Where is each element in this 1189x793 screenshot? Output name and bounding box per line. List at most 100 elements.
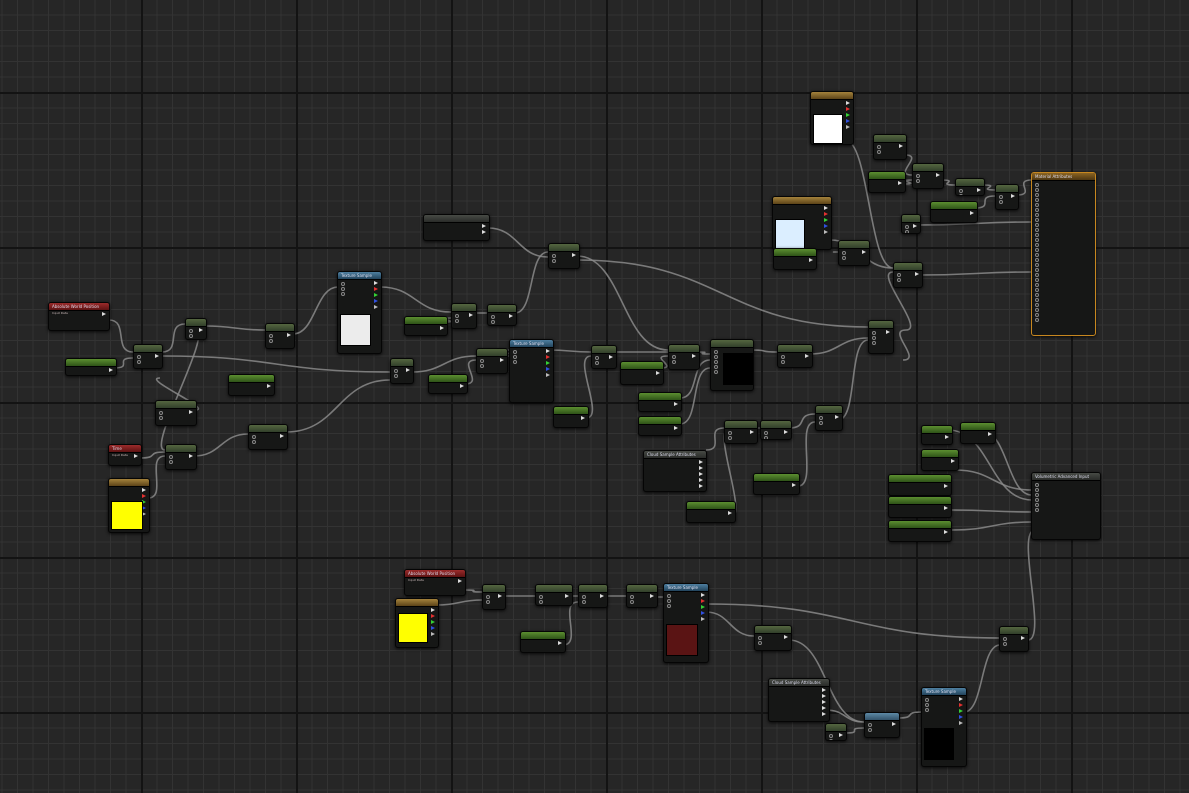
input-pin[interactable]	[872, 341, 876, 345]
texture-sample-node[interactable]: Texture Sample	[663, 583, 709, 663]
multiply-node[interactable]	[248, 424, 288, 450]
input-pin[interactable]	[1035, 498, 1039, 502]
input-pin[interactable]	[925, 698, 929, 702]
input-pin[interactable]	[758, 641, 762, 645]
output-pin[interactable]	[287, 333, 291, 337]
input-pin[interactable]	[829, 739, 833, 740]
input-pin[interactable]	[781, 360, 785, 364]
output-pin[interactable]	[674, 426, 678, 430]
output-pin[interactable]	[862, 250, 866, 254]
input-pin[interactable]	[819, 416, 823, 420]
multiply-add-node[interactable]	[155, 400, 197, 426]
input-pin[interactable]	[552, 254, 556, 258]
input-pin[interactable]	[764, 431, 768, 435]
output-pin[interactable]	[824, 224, 828, 228]
input-pin[interactable]	[137, 355, 141, 359]
input-pin[interactable]	[714, 350, 718, 354]
input-pin[interactable]	[905, 225, 909, 229]
input-pin[interactable]	[486, 595, 490, 599]
output-pin[interactable]	[431, 626, 435, 630]
input-pin[interactable]	[714, 370, 718, 374]
input-pin[interactable]	[1035, 243, 1039, 247]
output-pin[interactable]	[546, 361, 550, 365]
input-pin[interactable]	[897, 278, 901, 282]
output-pin[interactable]	[824, 230, 828, 234]
input-pin[interactable]	[916, 174, 920, 178]
input-pin[interactable]	[1035, 253, 1039, 257]
constant-node[interactable]	[553, 406, 589, 428]
output-pin[interactable]	[650, 594, 654, 598]
multiply-node[interactable]	[578, 584, 608, 608]
input-pin[interactable]	[925, 708, 929, 712]
output-pin[interactable]	[189, 454, 193, 458]
input-pin[interactable]	[159, 411, 163, 415]
input-pin[interactable]	[1035, 258, 1039, 262]
output-pin[interactable]	[913, 224, 917, 228]
input-pin[interactable]	[1035, 308, 1039, 312]
output-pin[interactable]	[142, 494, 146, 498]
input-pin[interactable]	[959, 189, 963, 193]
input-pin[interactable]	[999, 200, 1003, 204]
output-pin[interactable]	[846, 119, 850, 123]
vector-parameter-node[interactable]	[772, 196, 832, 250]
input-pin[interactable]	[480, 364, 484, 368]
constant-node[interactable]	[620, 361, 664, 385]
input-pin[interactable]	[341, 292, 345, 296]
input-pin[interactable]	[959, 194, 963, 195]
output-pin[interactable]	[899, 144, 903, 148]
output-pin[interactable]	[846, 107, 850, 111]
input-pin[interactable]	[872, 336, 876, 340]
input-pin[interactable]	[1035, 233, 1039, 237]
constant-node[interactable]	[930, 201, 978, 223]
output-pin[interactable]	[699, 484, 703, 488]
multiply-node[interactable]	[838, 240, 870, 266]
material-output-node[interactable]: Material Attributes	[1031, 172, 1096, 336]
input-pin[interactable]	[1035, 183, 1039, 187]
lerp-node[interactable]	[710, 339, 754, 391]
input-pin[interactable]	[513, 350, 517, 354]
output-pin[interactable]	[431, 620, 435, 624]
output-pin[interactable]	[699, 460, 703, 464]
output-pin[interactable]	[656, 371, 660, 375]
output-pin[interactable]	[915, 272, 919, 276]
input-pin[interactable]	[1035, 493, 1039, 497]
constant-node[interactable]	[888, 474, 952, 496]
multiply-node[interactable]	[548, 243, 580, 269]
constant-node[interactable]	[65, 358, 117, 376]
vector-parameter-node[interactable]	[108, 478, 150, 533]
multiply-node[interactable]	[476, 348, 508, 374]
input-pin[interactable]	[1035, 508, 1039, 512]
output-pin[interactable]	[846, 113, 850, 117]
output-pin[interactable]	[846, 101, 850, 105]
output-pin[interactable]	[988, 432, 992, 436]
output-pin[interactable]	[944, 530, 948, 534]
output-pin[interactable]	[431, 632, 435, 636]
input-pin[interactable]	[539, 595, 543, 599]
input-pin[interactable]	[159, 416, 163, 420]
constant-node[interactable]	[868, 171, 906, 193]
output-pin[interactable]	[142, 488, 146, 492]
input-pin[interactable]	[925, 703, 929, 707]
input-pin[interactable]	[868, 723, 872, 727]
output-pin[interactable]	[701, 611, 705, 615]
constant-node[interactable]	[773, 248, 817, 270]
input-pin[interactable]	[672, 360, 676, 364]
output-pin[interactable]	[600, 594, 604, 598]
output-pin[interactable]	[581, 416, 585, 420]
output-pin[interactable]	[431, 614, 435, 618]
output-pin[interactable]	[951, 459, 955, 463]
output-pin[interactable]	[374, 287, 378, 291]
output-pin[interactable]	[280, 434, 284, 438]
output-pin[interactable]	[945, 435, 949, 439]
output-pin[interactable]	[500, 358, 504, 362]
output-pin[interactable]	[374, 299, 378, 303]
input-pin[interactable]	[394, 369, 398, 373]
input-pin[interactable]	[513, 360, 517, 364]
output-pin[interactable]	[674, 402, 678, 406]
output-pin[interactable]	[944, 484, 948, 488]
constant-node[interactable]	[638, 392, 682, 412]
input-pin[interactable]	[341, 282, 345, 286]
output-pin[interactable]	[822, 712, 826, 716]
input-pin[interactable]	[872, 331, 876, 335]
constant-node[interactable]	[921, 449, 959, 471]
